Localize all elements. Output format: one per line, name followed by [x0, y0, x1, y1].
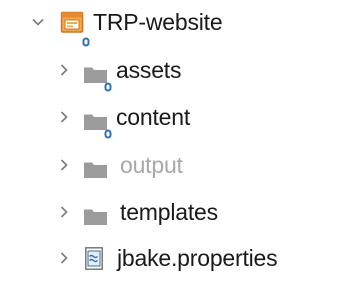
- tree-item-trp-website[interactable]: TRP-website: [0, 2, 223, 47]
- chevron-down-icon[interactable]: [27, 11, 49, 33]
- tree-item-assets[interactable]: assets: [0, 50, 182, 91]
- tree-item-jbake-properties[interactable]: jbake.properties: [0, 238, 278, 278]
- tree-item-label: TRP-website: [93, 9, 223, 35]
- chevron-right-icon[interactable]: [53, 201, 75, 223]
- chevron-right-icon[interactable]: [53, 154, 75, 176]
- chevron-right-icon[interactable]: [53, 106, 75, 128]
- project-explorer-tree: TRP-website assets content output templa…: [0, 0, 357, 283]
- chevron-right-icon[interactable]: [53, 247, 75, 269]
- folder-icon: [84, 109, 112, 138]
- tree-item-label: templates: [120, 199, 218, 225]
- properties-file-icon: [85, 246, 103, 270]
- project-folder-icon: [60, 10, 90, 47]
- tree-item-templates[interactable]: templates: [0, 192, 218, 232]
- git-repo-badge-icon: [104, 118, 112, 138]
- tree-item-label: jbake.properties: [117, 245, 278, 271]
- tree-item-label: assets: [116, 57, 182, 83]
- folder-icon: [84, 62, 112, 91]
- tree-item-label: output: [120, 152, 183, 178]
- folder-icon: [84, 204, 107, 225]
- git-repo-badge-icon: [104, 71, 112, 91]
- tree-item-output[interactable]: output: [0, 145, 183, 185]
- folder-icon: [84, 157, 107, 178]
- tree-item-content[interactable]: content: [0, 97, 191, 138]
- git-repo-badge-icon: [82, 26, 90, 47]
- tree-item-label: content: [116, 104, 191, 130]
- chevron-right-icon[interactable]: [53, 59, 75, 81]
